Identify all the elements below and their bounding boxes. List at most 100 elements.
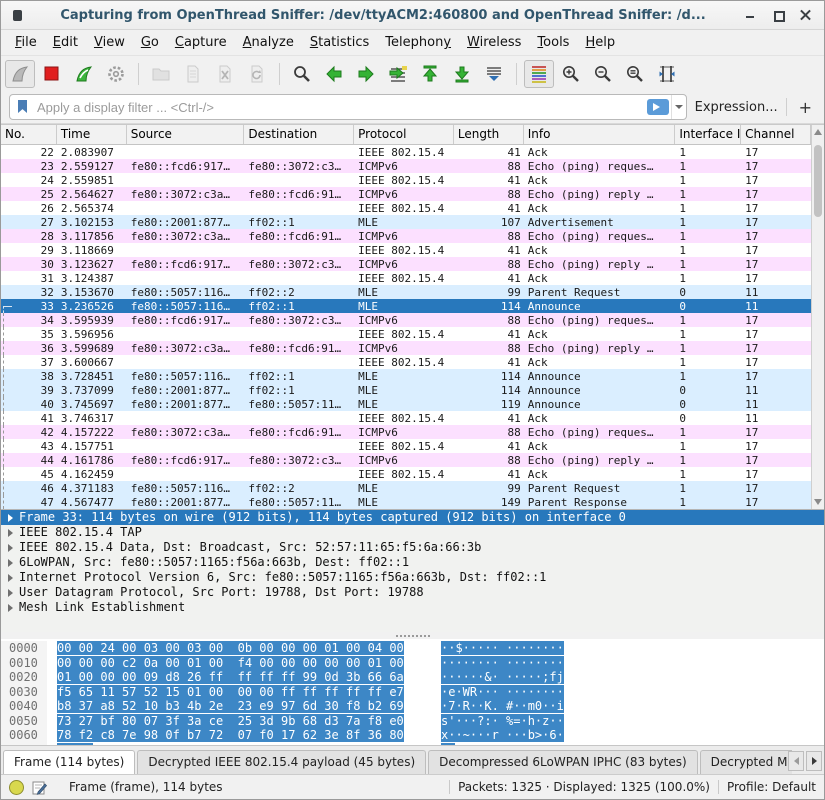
detail-line-0[interactable]: Frame 33: 114 bytes on wire (912 bits), … <box>1 510 824 525</box>
detail-line-3[interactable]: 6LoWPAN, Src: fe80::5057:1165:f56a:663b,… <box>1 555 824 570</box>
capture-comment-icon[interactable] <box>32 780 47 795</box>
packet-row-34[interactable]: 343.595939fe80::fcd6:917…fe80::3072:c3…I… <box>1 313 811 327</box>
scroll-up-icon[interactable] <box>814 129 822 135</box>
hex-bytes[interactable]: 78 f2 c8 7e 98 0f b7 72 07 f0 17 62 3e 8… <box>47 728 419 743</box>
packet-row-33[interactable]: 333.236526fe80::5057:116…ff02::1MLE114An… <box>1 299 811 313</box>
byte-view-tab-3[interactable]: Decrypted ML <box>700 750 792 774</box>
menu-telephony[interactable]: Telephony <box>377 33 459 52</box>
auto-scroll-button[interactable] <box>479 60 509 88</box>
ascii-bytes[interactable]: ········ ········ <box>419 656 564 671</box>
reload-file-button[interactable] <box>242 60 272 88</box>
detail-line-1[interactable]: IEEE 802.15.4 TAP <box>1 525 824 540</box>
expert-info-icon[interactable] <box>9 780 24 795</box>
menu-go[interactable]: Go <box>133 33 167 52</box>
packet-row-31[interactable]: 313.124387IEEE 802.15.441Ack117 <box>1 271 811 285</box>
packet-row-28[interactable]: 283.117856fe80::3072:c3a…fe80::fcd6:91…I… <box>1 229 811 243</box>
hex-row-0060[interactable]: 006078 f2 c8 7e 98 0f b7 72 07 f0 17 62 … <box>1 728 824 743</box>
expander-arrow-icon[interactable] <box>8 559 13 567</box>
menu-wireless[interactable]: Wireless <box>459 33 529 52</box>
packet-row-42[interactable]: 424.157222fe80::3072:c3a…fe80::fcd6:91…I… <box>1 425 811 439</box>
packet-row-45[interactable]: 454.162459IEEE 802.15.441Ack117 <box>1 467 811 481</box>
packet-row-46[interactable]: 464.371183fe80::5057:116…ff02::2MLE99Par… <box>1 481 811 495</box>
hex-bytes[interactable]: 73 27 bf 80 07 3f 3a ce 25 3d 9b 68 d3 7… <box>47 714 419 729</box>
packet-row-39[interactable]: 393.737099fe80::2001:877…ff02::1MLE114An… <box>1 383 811 397</box>
ascii-bytes[interactable]: ··$····· ········ <box>419 641 564 656</box>
menu-help[interactable]: Help <box>577 33 623 52</box>
open-file-button[interactable] <box>146 60 176 88</box>
detail-line-5[interactable]: User Datagram Protocol, Src Port: 19788,… <box>1 585 824 600</box>
hex-bytes[interactable]: 01 00 00 00 09 d8 26 ff ff ff ff 99 0d 3… <box>47 670 419 685</box>
byte-view-tab-0[interactable]: Frame (114 bytes) <box>3 750 135 774</box>
close-button[interactable] <box>800 9 812 21</box>
column-header-source[interactable]: Source <box>127 125 245 144</box>
packet-row-38[interactable]: 383.728451fe80::5057:116…ff02::1MLE114An… <box>1 369 811 383</box>
save-file-button[interactable] <box>178 60 208 88</box>
pane-splitter[interactable] <box>1 632 824 639</box>
colorize-button[interactable] <box>524 60 554 88</box>
go-back-button[interactable] <box>319 60 349 88</box>
menu-file[interactable]: File <box>7 33 45 52</box>
column-header-destination[interactable]: Destination <box>244 125 354 144</box>
packet-row-24[interactable]: 242.559851IEEE 802.15.441Ack117 <box>1 173 811 187</box>
detail-line-6[interactable]: Mesh Link Establishment <box>1 600 824 615</box>
zoom-out-button[interactable] <box>588 60 618 88</box>
expander-arrow-icon[interactable] <box>8 574 13 582</box>
apply-filter-button[interactable] <box>647 99 669 115</box>
scrollbar-thumb[interactable] <box>814 145 822 217</box>
column-header-info[interactable]: Info <box>524 125 676 144</box>
packet-row-41[interactable]: 413.746317IEEE 802.15.441Ack011 <box>1 411 811 425</box>
menu-capture[interactable]: Capture <box>167 33 235 52</box>
expander-arrow-icon[interactable] <box>8 514 13 522</box>
packet-row-37[interactable]: 373.600667IEEE 802.15.441Ack117 <box>1 355 811 369</box>
bookmark-icon[interactable] <box>15 99 31 115</box>
detail-line-4[interactable]: Internet Protocol Version 6, Src: fe80::… <box>1 570 824 585</box>
packet-row-22[interactable]: 222.083907IEEE 802.15.441Ack117 <box>1 145 811 159</box>
zoom-in-button[interactable] <box>556 60 586 88</box>
menu-edit[interactable]: Edit <box>45 33 86 52</box>
hex-row-0020[interactable]: 002001 00 00 00 09 d8 26 ff ff ff ff 99 … <box>1 670 824 685</box>
find-packet-button[interactable] <box>287 60 317 88</box>
packet-row-47[interactable]: 474.567477fe80::2001:877…fe80::5057:11…M… <box>1 495 811 509</box>
hex-row-0010[interactable]: 001000 00 00 c2 0a 00 01 00 f4 00 00 00 … <box>1 656 824 671</box>
capture-options-button[interactable] <box>101 60 131 88</box>
detail-line-2[interactable]: IEEE 802.15.4 Data, Dst: Broadcast, Src:… <box>1 540 824 555</box>
packet-row-44[interactable]: 444.161786fe80::fcd6:917…fe80::3072:c3…I… <box>1 453 811 467</box>
packet-row-35[interactable]: 353.596956IEEE 802.15.441Ack117 <box>1 327 811 341</box>
packet-row-43[interactable]: 434.157751IEEE 802.15.441Ack117 <box>1 439 811 453</box>
menu-view[interactable]: View <box>86 33 133 52</box>
ascii-bytes[interactable]: x··~···r ···b>·6· <box>419 728 564 743</box>
hex-row-0000[interactable]: 000000 00 24 00 03 00 03 00 0b 00 00 00 … <box>1 641 824 656</box>
packet-row-32[interactable]: 323.153670fe80::5057:116…ff02::2MLE99Par… <box>1 285 811 299</box>
packet-row-25[interactable]: 252.564627fe80::3072:c3a…fe80::fcd6:91…I… <box>1 187 811 201</box>
expression-button[interactable]: Expression... <box>695 100 778 115</box>
hex-bytes[interactable]: b8 37 a8 52 10 b3 4b 2e 23 e9 97 6d 30 f… <box>47 699 419 714</box>
column-header-no[interactable]: No. <box>1 125 57 144</box>
menu-analyze[interactable]: Analyze <box>235 33 302 52</box>
hex-bytes[interactable]: 00 00 24 00 03 00 03 00 0b 00 00 00 01 0… <box>47 641 419 656</box>
minimize-button[interactable] <box>744 9 756 21</box>
byte-view-tab-1[interactable]: Decrypted IEEE 802.15.4 payload (45 byte… <box>137 750 426 774</box>
menu-tools[interactable]: Tools <box>529 33 577 52</box>
scroll-down-icon[interactable] <box>814 499 822 505</box>
tab-scroll-right-button[interactable] <box>806 751 822 771</box>
packet-row-40[interactable]: 403.745697fe80::2001:877…fe80::5057:11…M… <box>1 397 811 411</box>
byte-view-tab-2[interactable]: Decompressed 6LoWPAN IPHC (83 bytes) <box>428 750 698 774</box>
tab-scroll-left-button[interactable] <box>788 751 804 771</box>
stop-capture-button[interactable] <box>37 60 67 88</box>
ascii-bytes[interactable]: s'···?:· %=·h·z·· <box>419 714 564 729</box>
hex-bytes[interactable]: f5 65 11 57 52 15 01 00 00 00 ff ff ff f… <box>47 685 419 700</box>
go-last-button[interactable] <box>447 60 477 88</box>
menu-statistics[interactable]: Statistics <box>302 33 377 52</box>
column-header-interface-id[interactable]: Interface ID <box>675 125 741 144</box>
column-header-protocol[interactable]: Protocol <box>354 125 454 144</box>
column-header-channel[interactable]: Channel <box>741 125 811 144</box>
packet-row-29[interactable]: 293.118669IEEE 802.15.441Ack117 <box>1 243 811 257</box>
start-capture-button[interactable] <box>5 60 35 88</box>
ascii-bytes[interactable]: ······&· ·····;fj <box>419 670 564 685</box>
hex-row-0040[interactable]: 0040b8 37 a8 52 10 b3 4b 2e 23 e9 97 6d … <box>1 699 824 714</box>
packet-row-30[interactable]: 303.123627fe80::fcd6:917…fe80::3072:c3…I… <box>1 257 811 271</box>
add-filter-button[interactable]: + <box>795 98 816 117</box>
filter-history-caret[interactable] <box>671 95 686 119</box>
expander-arrow-icon[interactable] <box>8 544 13 552</box>
column-header-time[interactable]: Time <box>57 125 127 144</box>
